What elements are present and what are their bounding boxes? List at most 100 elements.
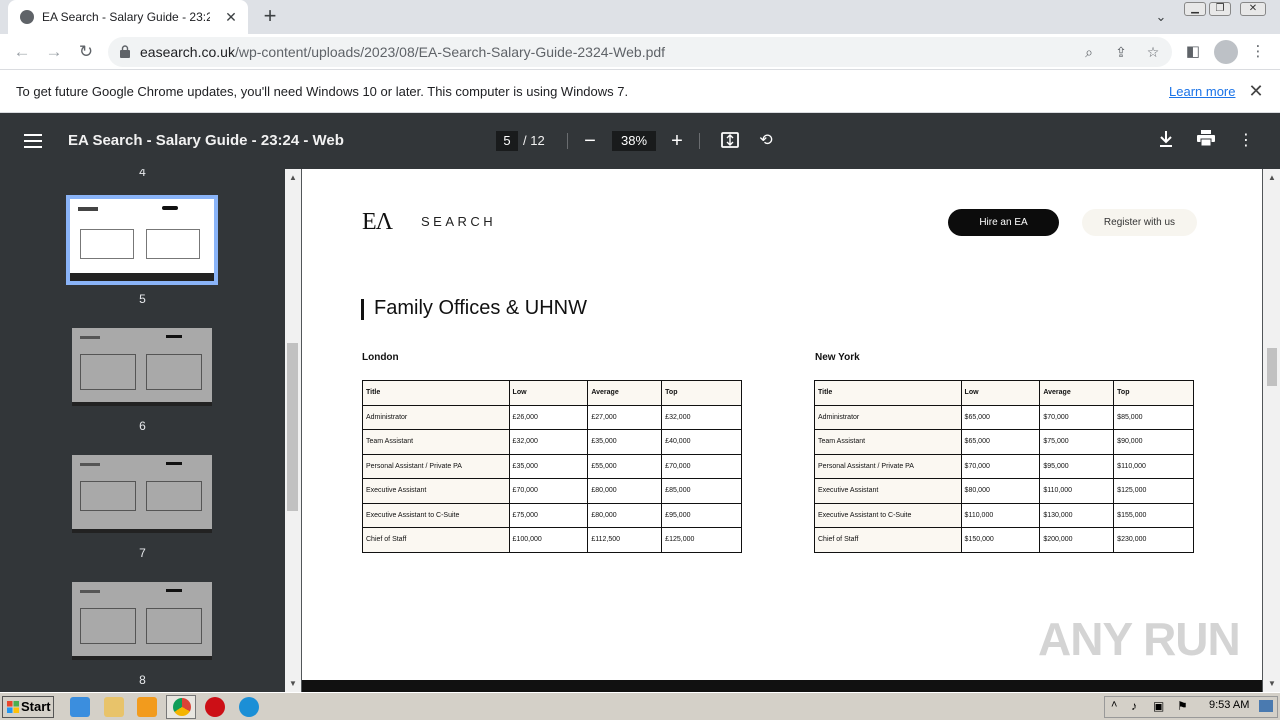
salary-cell: £85,000 [661,478,742,504]
role-cell: Executive Assistant [362,478,510,504]
thumbnail-page-6[interactable] [72,328,212,406]
tray-expand-icon[interactable]: ˄ [1111,699,1117,711]
pdf-title: EA Search - Salary Guide - 23:24 - Web [68,132,344,149]
table-row: Administrator $65,000 $70,000 $85,000 [814,404,1194,430]
column-header: Top [1113,380,1194,406]
salary-cell: £100,000 [508,527,589,553]
sidebar-scrollbar-thumb[interactable] [287,343,298,511]
toolbar-divider [699,133,700,149]
thumbnail-sidebar: 4 5 6 7 8 [0,169,285,692]
zoom-out-button[interactable]: − [580,129,600,153]
window-close-icon[interactable]: ✕ [1240,2,1266,16]
system-tray: ˄ ♪ ▣ ⚑ [1104,696,1278,718]
document-scrollbar[interactable] [1263,169,1280,692]
thumbnail-page-5[interactable] [66,195,218,285]
print-icon[interactable] [1195,130,1217,152]
zoom-lens-icon[interactable]: ⌕ [1078,41,1100,63]
media-player-icon[interactable] [137,697,157,717]
rotate-icon[interactable]: ⟲ [755,130,777,152]
reload-icon[interactable]: ↻ [74,40,98,64]
table-row: Executive Assistant £70,000 £80,000 £85,… [362,478,742,504]
table-row: Team Assistant $65,000 $75,000 $90,000 [814,429,1194,455]
url-host: easearch.co.uk [140,44,235,60]
table-row: Administrator £26,000 £27,000 £32,000 [362,404,742,430]
start-label: Start [21,699,51,714]
salary-cell: $75,000 [1039,429,1115,455]
hire-an-ea-button[interactable]: Hire an EA [948,209,1059,236]
table-row: Personal Assistant / Private PA £35,000 … [362,453,742,479]
scroll-up-icon[interactable]: ▲ [1264,171,1280,185]
forward-icon[interactable]: → [42,40,66,64]
thumbnail-page-7[interactable] [72,455,212,533]
salary-cell: £26,000 [508,404,589,430]
show-desktop-icon[interactable] [1259,700,1273,712]
page-number-input[interactable]: 5 [496,131,518,151]
side-panel-icon[interactable]: ◧ [1181,40,1205,64]
chrome-taskbar-button[interactable] [166,695,196,719]
internet-explorer-icon[interactable] [70,697,90,717]
table-header-row: Title Low Average Top [362,380,742,406]
role-cell: Executive Assistant to C-Suite [362,502,510,528]
role-cell: Executive Assistant to C-Suite [814,502,962,528]
zoom-level-input[interactable]: 38% [612,131,656,151]
role-cell: Team Assistant [814,429,962,455]
back-icon[interactable]: ← [10,40,34,64]
fit-page-icon[interactable] [719,130,741,152]
taskbar-clock[interactable]: 9:53 AM [1209,699,1249,711]
register-button[interactable]: Register with us [1082,209,1197,236]
infobar-close-icon[interactable]: ✕ [1246,81,1266,101]
salary-cell: $110,000 [960,502,1041,528]
learn-more-link[interactable]: Learn more [1169,84,1235,99]
toolbar-divider [567,133,568,149]
browser-menu-icon[interactable]: ⋮ [1246,40,1270,64]
table-row: Chief of Staff £100,000 £112,500 £125,00… [362,527,742,553]
bookmark-star-icon[interactable]: ☆ [1142,41,1164,63]
salary-cell: £55,000 [587,453,663,479]
more-options-icon[interactable]: ⋮ [1235,130,1257,152]
hamburger-menu-icon[interactable] [24,130,44,152]
salary-cell: $95,000 [1039,453,1115,479]
zoom-in-button[interactable]: + [667,129,687,153]
profile-avatar[interactable] [1214,40,1238,64]
share-icon[interactable]: ⇪ [1110,41,1132,63]
salary-cell: $110,000 [1039,478,1115,504]
salary-cell: £112,500 [587,527,663,553]
network-icon[interactable]: ▣ [1153,699,1164,713]
document-scrollbar-thumb[interactable] [1267,348,1277,386]
new-tab-button[interactable]: + [258,5,282,29]
ea-logo-mark: EΛ [362,209,393,235]
role-cell: Administrator [814,404,962,430]
table-row: Executive Assistant $80,000 $110,000 $12… [814,478,1194,504]
file-explorer-icon[interactable] [104,697,124,717]
salary-cell: $130,000 [1039,502,1115,528]
scroll-down-icon[interactable]: ▼ [285,677,301,691]
download-icon[interactable] [1155,130,1177,152]
salary-cell: $85,000 [1113,404,1194,430]
minimize-icon[interactable]: ▁ [1184,2,1206,16]
action-center-flag-icon[interactable]: ⚑ [1177,699,1188,713]
salary-cell: £32,000 [508,429,589,455]
thumbnail-label: 4 [139,169,146,179]
salary-cell: $90,000 [1113,429,1194,455]
browser-tab[interactable]: EA Search - Salary Guide - 23:24 - W ✕ [8,0,248,34]
scroll-up-icon[interactable]: ▲ [285,171,301,185]
tab-search-chevron-icon[interactable]: ⌄ [1150,6,1172,28]
restore-icon[interactable]: ❐ [1209,2,1231,16]
address-bar[interactable]: easearch.co.uk/wp-content/uploads/2023/0… [108,37,1172,67]
salary-cell: $200,000 [1039,527,1115,553]
lock-icon [120,45,130,58]
scroll-down-icon[interactable]: ▼ [1264,677,1280,691]
windows-flag-icon [7,701,19,713]
table-header-row: Title Low Average Top [814,380,1194,406]
tab-close-icon[interactable]: ✕ [222,8,240,26]
browser-toolbar: ← → ↻ easearch.co.uk/wp-content/uploads/… [0,34,1280,70]
start-button[interactable]: Start [2,696,54,718]
salary-cell: £125,000 [661,527,742,553]
volume-icon[interactable]: ♪ [1131,699,1137,713]
edge-icon[interactable] [239,697,259,717]
role-cell: Executive Assistant [814,478,962,504]
thumbnail-page-8[interactable] [72,582,212,660]
opera-icon[interactable] [205,697,225,717]
salary-cell: $125,000 [1113,478,1194,504]
heading-accent-bar [361,299,364,320]
